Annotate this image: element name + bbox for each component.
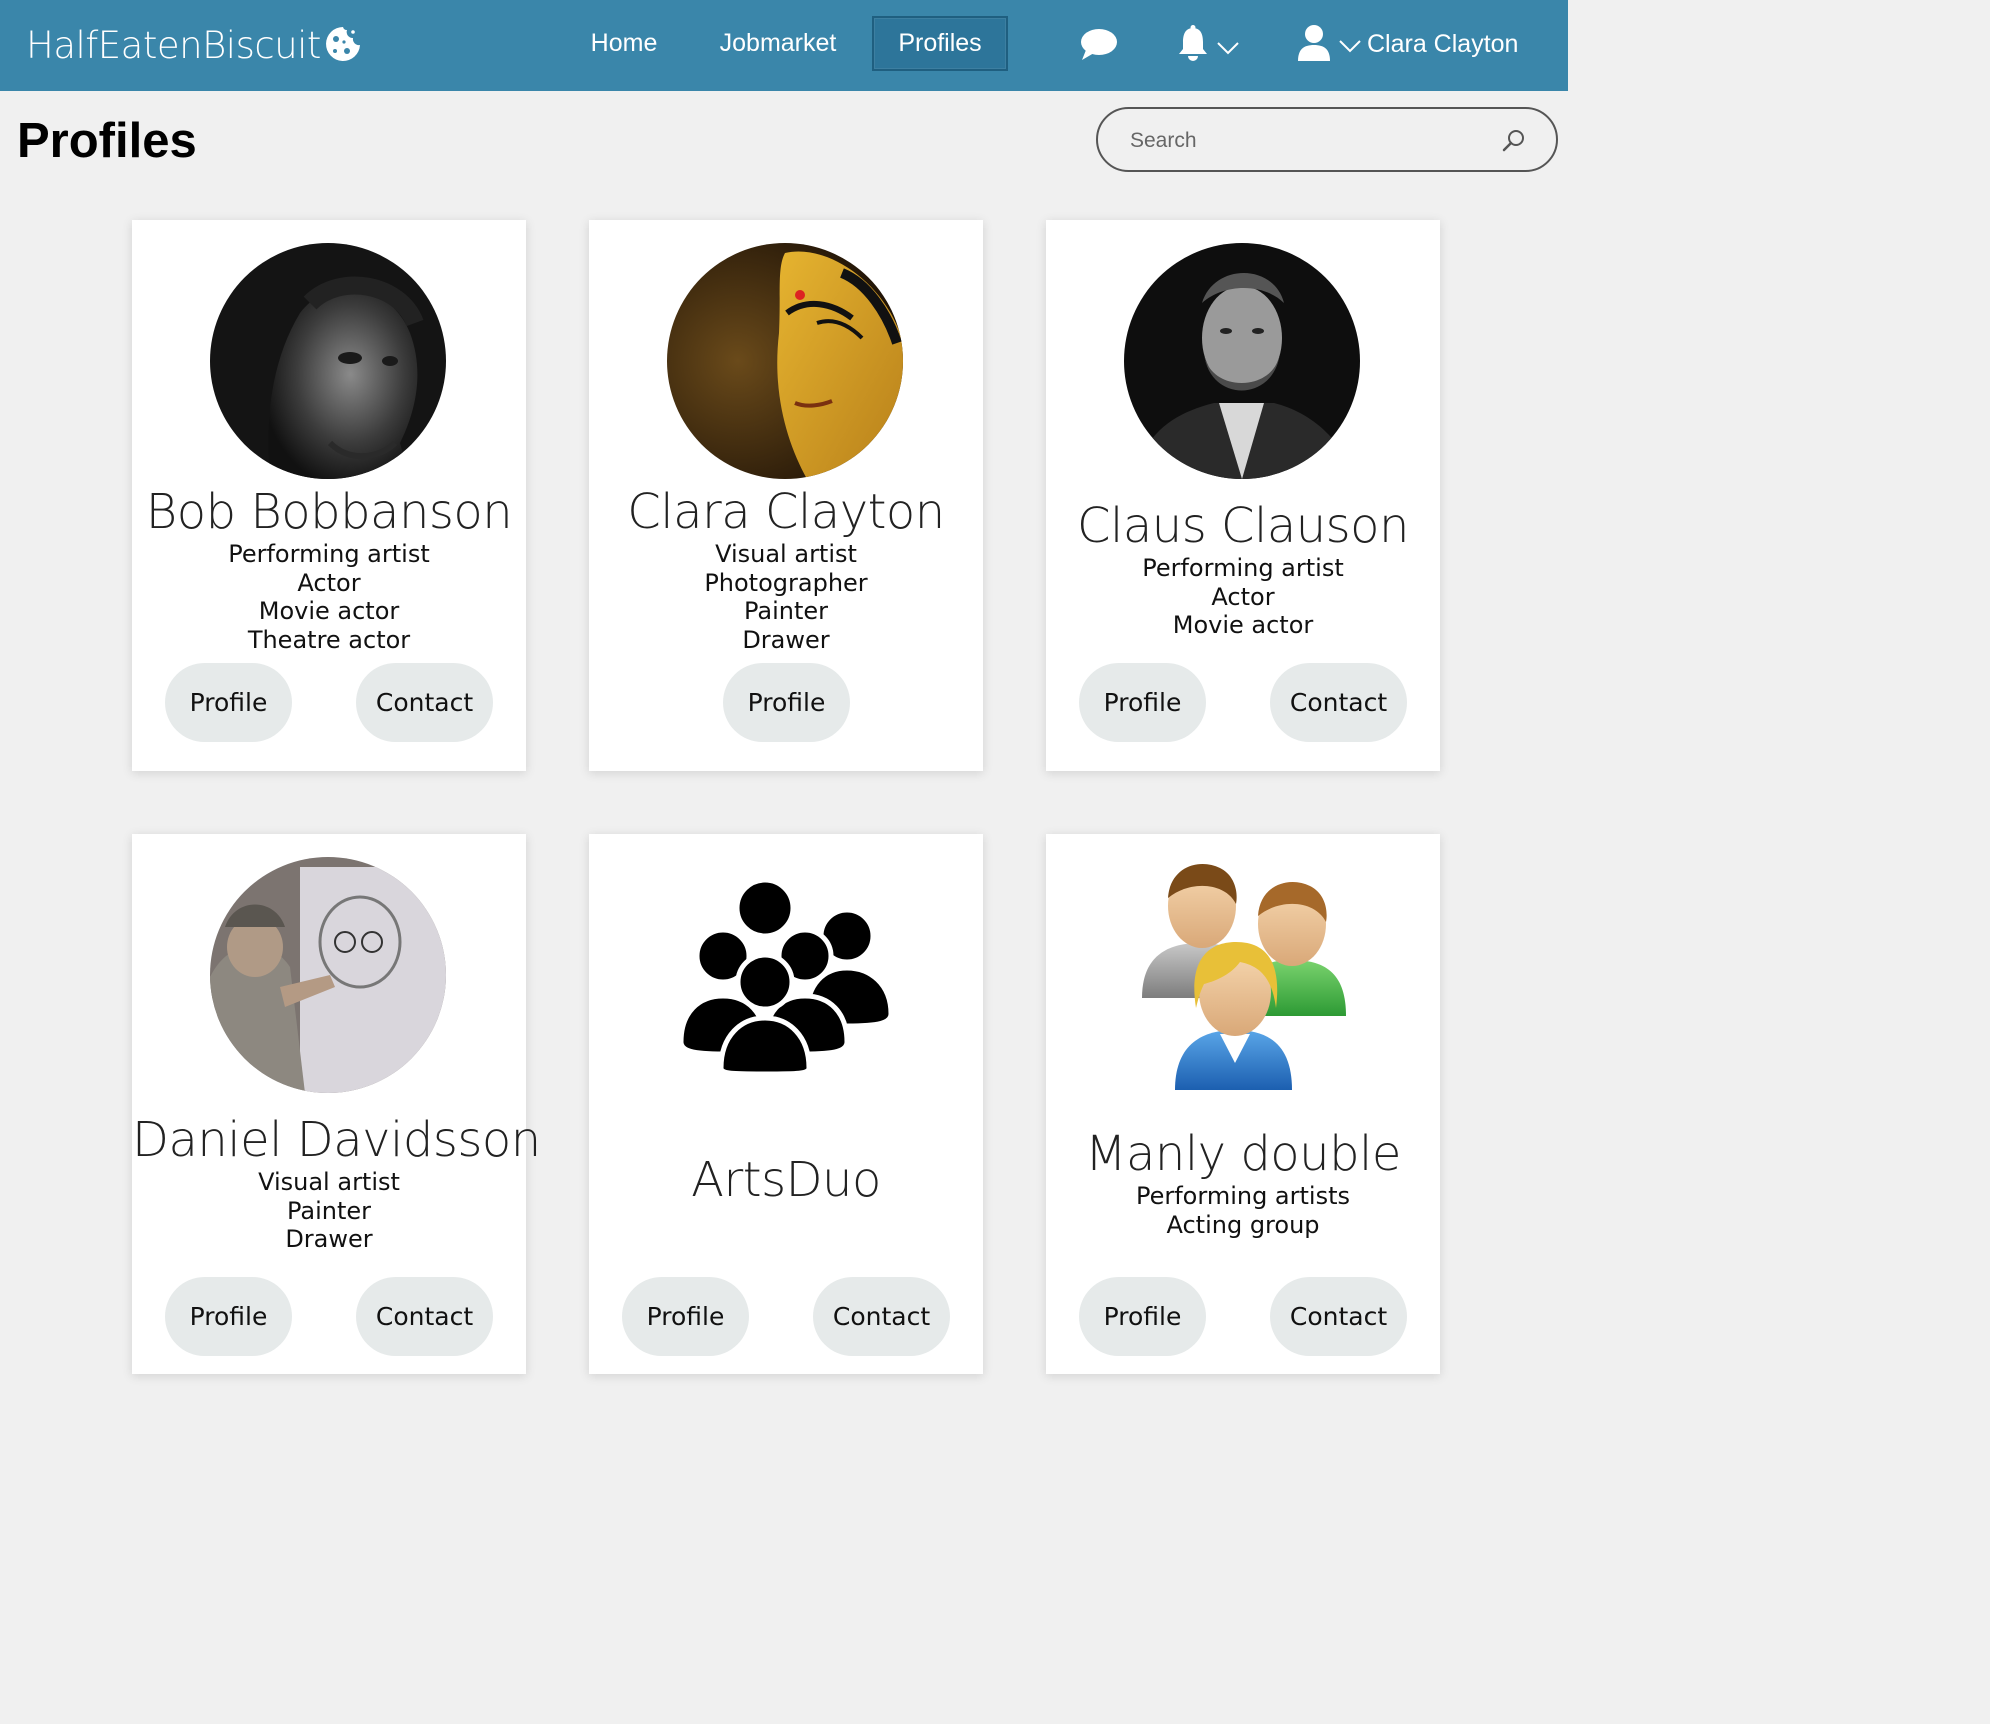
profile-tag: Drawer xyxy=(742,625,830,654)
chevron-down-icon xyxy=(1339,40,1361,53)
profile-tag: Performing artists xyxy=(1135,1182,1351,1210)
chevron-down-icon xyxy=(1217,42,1239,55)
profile-card: Clara Clayton Visual artist Photographer… xyxy=(589,220,983,771)
nav-jobmarket-label: Jobmarket xyxy=(719,29,837,57)
nav-profiles[interactable]: Profiles xyxy=(872,16,1008,71)
brand-name: HalfEatenBiscuit xyxy=(26,24,321,67)
profile-button[interactable]: Profile xyxy=(723,663,850,742)
contact-button[interactable]: Contact xyxy=(1270,1277,1407,1356)
profile-tag: Painter xyxy=(743,597,829,625)
contact-button[interactable]: Contact xyxy=(356,663,493,742)
profile-name: Bob Bobbanson xyxy=(145,484,513,540)
profile-tag: Painter xyxy=(286,1196,372,1225)
profile-name: Daniel Davidsson xyxy=(132,1112,541,1168)
contact-button[interactable]: Contact xyxy=(813,1277,950,1356)
profile-button[interactable]: Profile xyxy=(165,663,292,742)
chat-bubble-icon xyxy=(1081,29,1117,60)
profile-tag: Visual artist xyxy=(258,1168,400,1196)
nav-profiles-label: Profiles xyxy=(898,29,982,57)
avatar xyxy=(1124,243,1360,479)
profile-tags: Visual artist Painter Drawer xyxy=(132,1168,526,1254)
profile-tag: Drawer xyxy=(285,1225,373,1253)
profile-tag: Actor xyxy=(1211,582,1275,611)
profile-tags: Performing artists Acting group xyxy=(1046,1182,1440,1239)
bell-icon xyxy=(1179,25,1207,61)
profile-button[interactable]: Profile xyxy=(1079,1277,1206,1356)
nav-jobmarket[interactable]: Jobmarket xyxy=(700,16,856,71)
search-input[interactable] xyxy=(1128,123,1492,159)
profile-tags: Performing artist Actor Movie actor Thea… xyxy=(132,540,526,654)
profile-card: Bob Bobbanson Performing artist Actor Mo… xyxy=(132,220,526,771)
group-people-icon xyxy=(1142,863,1346,1090)
messages-button[interactable] xyxy=(1080,28,1118,62)
profile-tag: Theatre actor xyxy=(247,625,411,654)
search-box[interactable] xyxy=(1096,107,1558,172)
profile-card: Claus Clauson Performing artist Actor Mo… xyxy=(1046,220,1440,771)
profile-tag: Performing artist xyxy=(1142,554,1344,582)
group-icon xyxy=(679,878,893,1074)
profile-tag: Performing artist xyxy=(228,540,430,568)
profile-name: ArtsDuo xyxy=(691,1152,881,1208)
profile-button[interactable]: Profile xyxy=(1079,663,1206,742)
top-navbar: HalfEatenBiscuit Home Jobmarket Profiles xyxy=(0,0,1568,91)
profile-tag: Actor xyxy=(297,568,361,597)
user-name[interactable]: Clara Clayton xyxy=(1367,30,1518,59)
search-icon[interactable] xyxy=(1502,129,1526,153)
brand-logo[interactable]: HalfEatenBiscuit xyxy=(26,24,363,67)
profile-card: Daniel Davidsson Visual artist Painter D… xyxy=(132,834,541,1374)
profile-tag: Acting group xyxy=(1166,1210,1320,1239)
profile-tag: Movie actor xyxy=(1172,611,1314,639)
user-menu-button[interactable] xyxy=(1297,24,1361,62)
avatar xyxy=(210,857,446,1093)
avatar xyxy=(210,243,446,479)
profile-name: Manly double xyxy=(1085,1126,1401,1182)
cookie-icon xyxy=(325,26,360,61)
profile-button[interactable]: Profile xyxy=(622,1277,749,1356)
nav-home-label: Home xyxy=(590,29,658,57)
profile-card: Manly double Performing artists Acting g… xyxy=(1046,834,1440,1374)
notifications-button[interactable] xyxy=(1176,25,1239,63)
contact-button[interactable]: Contact xyxy=(1270,663,1407,742)
profile-tag: Movie actor xyxy=(258,597,400,625)
profile-tags: Performing artist Actor Movie actor xyxy=(1046,554,1440,640)
contact-button[interactable]: Contact xyxy=(356,1277,493,1356)
page-title: Profiles xyxy=(17,114,197,168)
profile-tag: Photographer xyxy=(704,568,868,597)
profile-tags: Visual artist Photographer Painter Drawe… xyxy=(589,540,983,654)
nav-home[interactable]: Home xyxy=(572,16,676,71)
profile-card: ArtsDuo Profile Contact xyxy=(589,834,983,1374)
profile-name: Clara Clayton xyxy=(627,484,945,540)
avatar xyxy=(667,243,903,479)
profile-tag: Visual artist xyxy=(715,540,857,568)
user-icon xyxy=(1298,25,1330,61)
profile-button[interactable]: Profile xyxy=(165,1277,292,1356)
profile-name: Claus Clauson xyxy=(1077,498,1409,554)
